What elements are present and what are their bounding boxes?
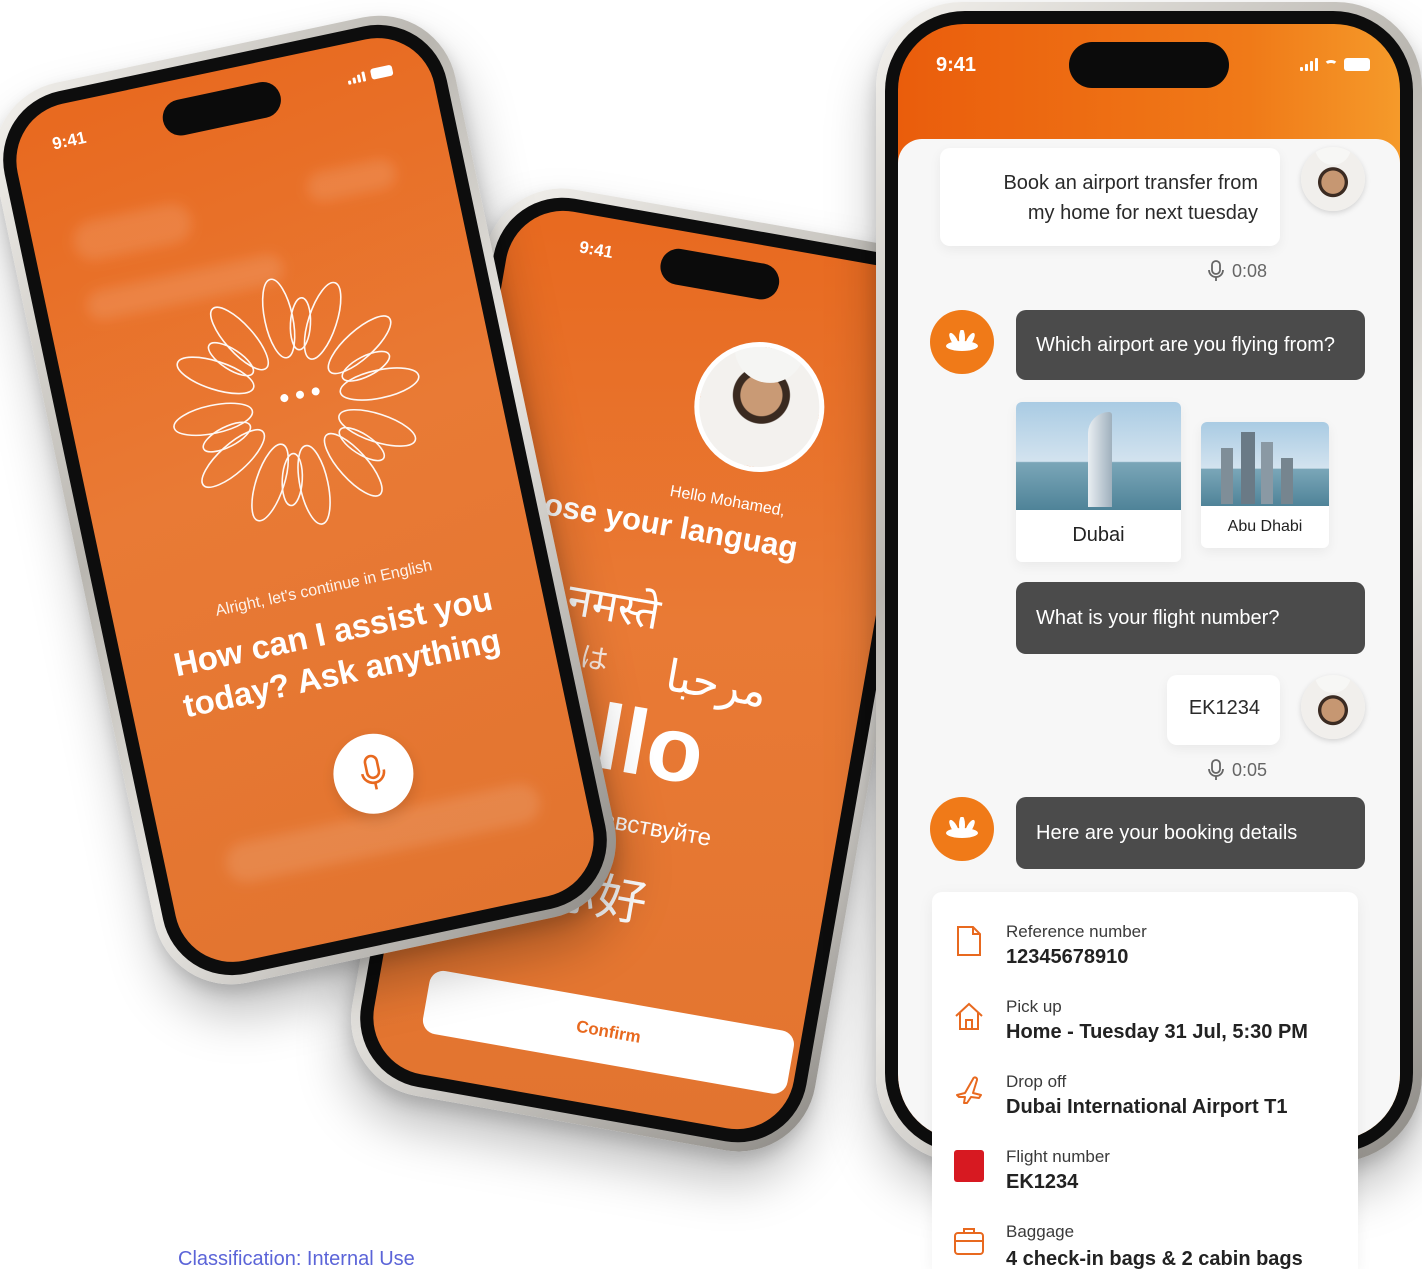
assistant-bloom-icon (173, 278, 420, 525)
bot-message-booking: Here are your booking details (1016, 797, 1365, 869)
emirates-logo-icon (952, 1149, 986, 1183)
user-message-bubble: Book an airport transfer from my home fo… (940, 148, 1280, 246)
voice-note-time: 0:05 (1232, 759, 1268, 780)
status-time: 9:41 (50, 127, 88, 154)
status-time: 9:41 (936, 54, 977, 76)
user-avatar (1301, 147, 1365, 211)
status-icons (1300, 58, 1370, 71)
microphone-icon (360, 754, 386, 790)
document-icon (952, 924, 986, 958)
city-label-abu-dhabi: Abu Dhabi (1227, 518, 1303, 535)
language-option-hindi[interactable]: नमस्ते (563, 567, 665, 642)
detail-value: Dubai International Airport T1 (1006, 1096, 1288, 1118)
assistant-headline: How can I assist you today? Ask anything (170, 579, 504, 725)
classification-label: Classification: Internal Use (178, 1248, 415, 1269)
emirates-leaf-icon (946, 330, 978, 351)
detail-value: EK1234 (1006, 1171, 1079, 1193)
bot-message-airport: Which airport are you flying from? (1016, 310, 1365, 380)
dynamic-island (1069, 42, 1229, 88)
city-option-dubai[interactable]: Dubai (1016, 402, 1181, 562)
detail-label: Pick up (1006, 997, 1062, 1016)
home-icon (952, 999, 986, 1033)
emirates-leaf-icon (946, 817, 978, 838)
bot-avatar (930, 797, 994, 861)
detail-label: Flight number (1006, 1147, 1110, 1166)
battery-icon (369, 64, 394, 80)
user-avatar-large (684, 331, 835, 483)
voice-note-duration[interactable]: 0:08 (1208, 260, 1267, 282)
city-option-abu-dhabi[interactable]: Abu Dhabi (1201, 422, 1329, 548)
briefcase-icon (952, 1224, 986, 1258)
user-message-line1: Book an airport transfer from (1003, 172, 1258, 194)
detail-value: 12345678910 (1006, 946, 1129, 968)
bot-avatar (930, 310, 994, 374)
signal-icon (1300, 58, 1318, 71)
city-label-dubai: Dubai (1072, 524, 1125, 546)
detail-value: Home - Tuesday 31 Jul, 5:30 PM (1006, 1021, 1308, 1043)
signal-icon (346, 70, 367, 85)
detail-value: 4 check-in bags & 2 cabin bags (1006, 1248, 1303, 1269)
detail-label: Reference number (1006, 922, 1147, 941)
wifi-icon (1324, 59, 1338, 70)
detail-label: Baggage (1006, 1222, 1075, 1241)
microphone-icon (1208, 759, 1224, 780)
dubai-image (1016, 402, 1181, 510)
voice-note-duration[interactable]: 0:05 (1208, 759, 1267, 781)
voice-note-time: 0:08 (1232, 260, 1268, 281)
dynamic-island (657, 245, 783, 303)
detail-label: Drop off (1006, 1072, 1067, 1091)
abu-dhabi-image (1201, 422, 1329, 506)
status-icons (346, 64, 394, 85)
dynamic-island (159, 78, 285, 139)
user-message-line2: my home for next tuesday (1027, 202, 1258, 224)
plane-icon (952, 1074, 986, 1108)
bot-message-flight: What is your flight number? (1016, 582, 1365, 654)
status-time: 9:41 (577, 237, 615, 263)
confirm-button[interactable]: Confirm (420, 968, 797, 1096)
user-avatar (1301, 675, 1365, 739)
booking-details-card: Reference number 12345678910 Pick up Hom… (932, 892, 1358, 1269)
battery-icon (1344, 58, 1370, 71)
microphone-icon (1208, 260, 1224, 281)
user-message-flight: EK1234 (1167, 675, 1280, 745)
